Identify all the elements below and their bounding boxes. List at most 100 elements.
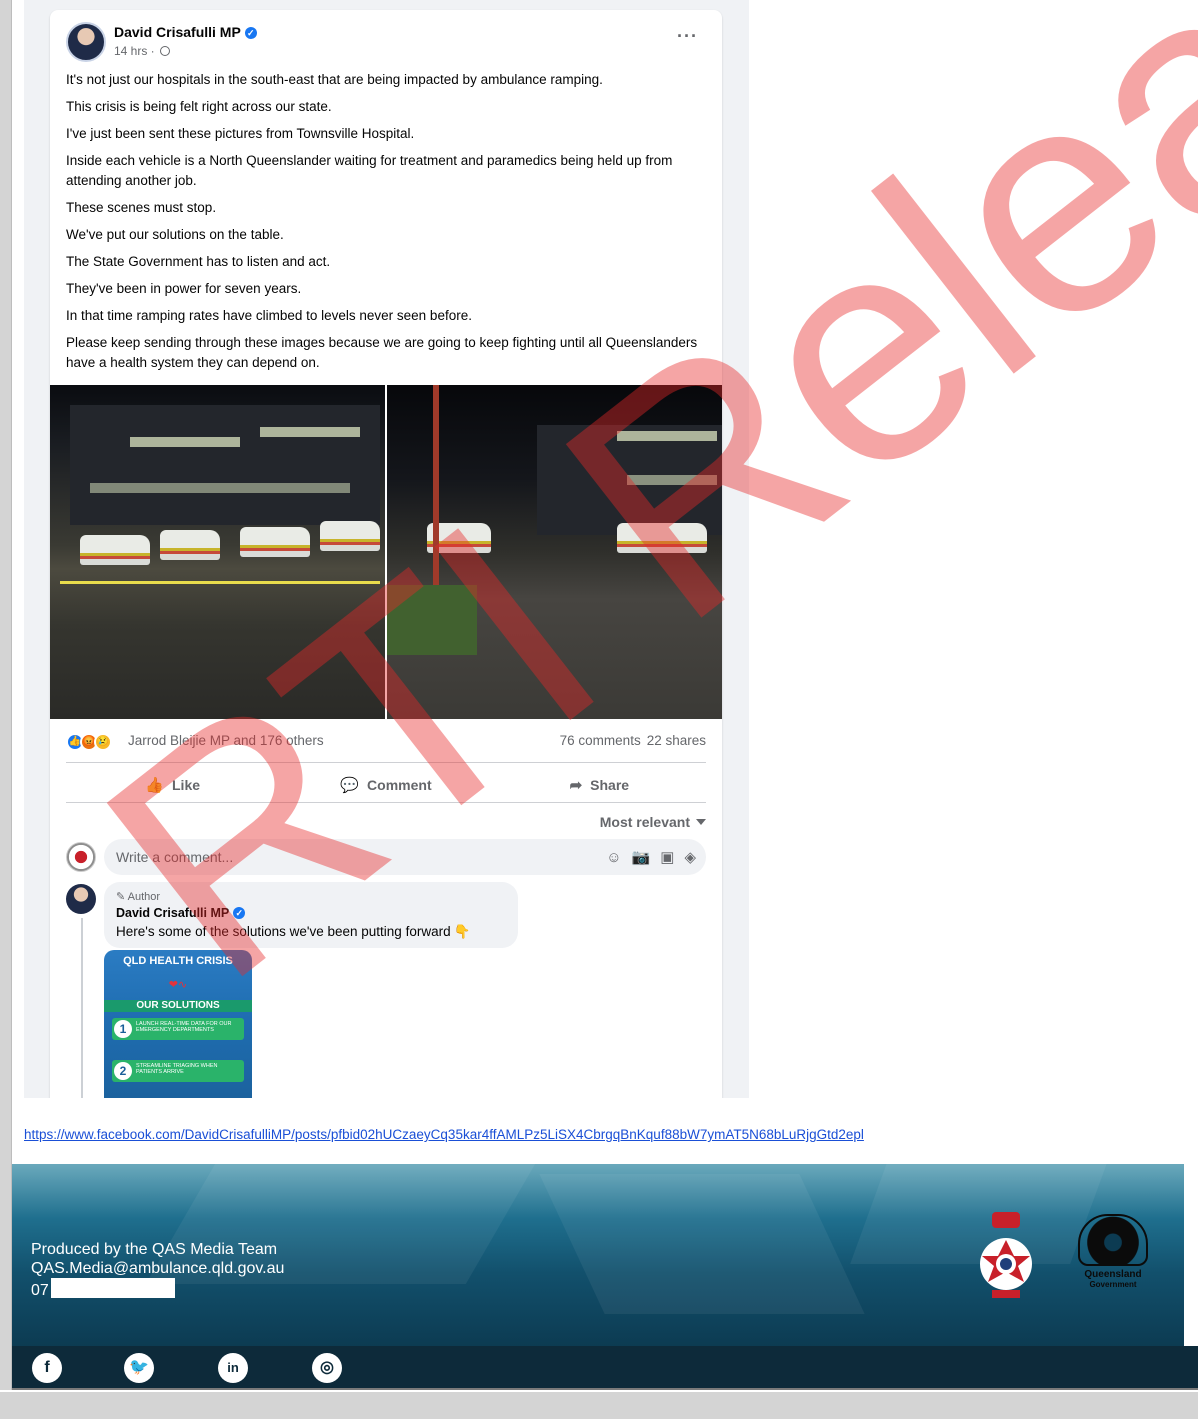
post-actions: 👍 Like 💬 Comment ➦ Share: [66, 768, 706, 802]
post-paragraph: Inside each vehicle is a North Queenslan…: [66, 153, 673, 188]
ambulance-shape: [320, 521, 380, 551]
queensland-government-logo: Queensland Government: [1074, 1214, 1152, 1304]
post-paragraph: They've been in power for seven years.: [66, 281, 302, 296]
divider: [66, 802, 706, 803]
comments-count-link[interactable]: 76 comments: [560, 733, 641, 748]
like-button-label: Like: [172, 777, 201, 793]
building-window: [130, 437, 240, 447]
share-button[interactable]: ➦ Share: [493, 768, 706, 802]
comment-input-placeholder: Write a comment...: [116, 849, 234, 865]
post-paragraph: We've put our solutions on the table.: [66, 227, 284, 242]
sad-reaction-icon: 😢: [94, 733, 112, 751]
author-avatar[interactable]: [66, 22, 106, 62]
reaction-icons[interactable]: 👍 😡 😢: [66, 733, 126, 751]
comment-button[interactable]: 💬 Comment: [279, 768, 492, 802]
like-button[interactable]: 👍 Like: [66, 768, 279, 802]
qld-crest-icon: [1078, 1214, 1148, 1266]
comment-text-content: Here's some of the solutions we've been …: [116, 924, 451, 939]
instagram-icon[interactable]: ◎: [312, 1353, 342, 1383]
banner-facet: [539, 1174, 865, 1314]
public-globe-icon: [160, 46, 171, 56]
building-window: [627, 475, 717, 485]
comment-author-name[interactable]: David Crisafulli MP ✓: [116, 906, 246, 920]
camera-icon[interactable]: 📷: [632, 849, 651, 866]
author-name-text[interactable]: David Crisafulli MP: [114, 24, 241, 40]
post-timestamp[interactable]: 14 hrs ·: [114, 44, 155, 58]
author-badge-text: Author: [127, 891, 161, 903]
comment-author-avatar[interactable]: [66, 884, 96, 914]
comment-author-name-text[interactable]: David Crisafulli MP: [116, 906, 229, 920]
qas-footer-banner: Produced by the QAS Media Team QAS.Media…: [12, 1164, 1184, 1346]
pointing-down-icon: 👇: [453, 924, 471, 939]
post-paragraph: The State Government has to listen and a…: [66, 254, 331, 269]
building-window: [617, 431, 717, 441]
hospital-ramping-photo-left[interactable]: [50, 385, 385, 719]
footer-contact: Produced by the QAS Media Team QAS.Media…: [31, 1240, 284, 1300]
more-options-button[interactable]: ···: [677, 26, 698, 47]
author-name[interactable]: David Crisafulli MP ✓: [114, 24, 257, 40]
post-paragraph: It's not just our hospitals in the south…: [66, 72, 603, 87]
facebook-icon[interactable]: f: [32, 1353, 62, 1383]
comment-sort-dropdown[interactable]: Most relevant: [600, 814, 706, 830]
comment-input[interactable]: Write a comment... ☺ 📷 ▣ ◈: [104, 839, 706, 875]
qld-logo-text: Queensland: [1084, 1269, 1142, 1280]
twitter-icon[interactable]: 🐦: [124, 1353, 154, 1383]
comment-button-label: Comment: [367, 777, 432, 793]
author-badge: ✎ Author: [116, 891, 161, 903]
solution-number: 1: [114, 1020, 132, 1038]
post-meta[interactable]: 14 hrs ·: [114, 44, 171, 58]
footer-email[interactable]: QAS.Media@ambulance.qld.gov.au: [31, 1259, 284, 1278]
footer-phone: 07: [31, 1278, 284, 1300]
verified-badge-icon: ✓: [244, 27, 257, 39]
verified-badge-icon: ✓: [233, 907, 246, 919]
solution-item: 2 STREAMLINE TRIAGING WHEN PATIENTS ARRI…: [112, 1060, 244, 1082]
grass-strip: [387, 585, 477, 655]
sticker-icon[interactable]: ◈: [684, 849, 696, 866]
redacted-phone-number: [50, 1278, 175, 1298]
solutions-image[interactable]: QLD HEALTH CRISIS ❤∿ OUR SOLUTIONS 1 LAU…: [104, 950, 252, 1098]
post-url-link[interactable]: https://www.facebook.com/DavidCrisafulli…: [24, 1127, 864, 1142]
hospital-ramping-photo-right[interactable]: [387, 385, 722, 719]
viewer-avatar[interactable]: [66, 842, 96, 872]
solution-text: STREAMLINE TRIAGING WHEN PATIENTS ARRIVE: [136, 1063, 218, 1075]
shares-count-link[interactable]: 22 shares: [647, 733, 706, 748]
ambulance-shape: [240, 527, 310, 557]
solutions-title: QLD HEALTH CRISIS: [123, 955, 233, 967]
reactions-bar: 👍 😡 😢 Jarrod Bleijie MP and 176 others 7…: [66, 730, 706, 754]
gif-icon[interactable]: ▣: [660, 849, 674, 866]
solution-number: 2: [114, 1062, 132, 1080]
left-margin-bar: [0, 0, 12, 1390]
divider: [66, 762, 706, 763]
engagement-counts: 76 comments 22 shares: [560, 733, 706, 748]
post-photos: [50, 385, 722, 719]
caret-down-icon: [696, 819, 706, 825]
thumbs-up-icon: 👍: [145, 777, 164, 794]
reactions-summary[interactable]: Jarrod Bleijie MP and 176 others: [128, 733, 324, 748]
facebook-post: David Crisafulli MP ✓ 14 hrs · ··· It's n…: [50, 10, 722, 1098]
road-marking: [60, 581, 380, 584]
footer-phone-prefix: 07: [31, 1282, 49, 1299]
solution-text: LAUNCH REAL-TIME DATA FOR OUR EMERGENCY …: [136, 1021, 232, 1033]
footer-producer: Produced by the QAS Media Team: [31, 1241, 278, 1258]
qas-logo-icon: [980, 1212, 1032, 1298]
share-button-label: Share: [590, 777, 630, 793]
post-paragraph: These scenes must stop.: [66, 200, 217, 215]
post-paragraph: In that time ramping rates have climbed …: [66, 308, 472, 323]
building-shape: [70, 405, 380, 525]
building-window: [260, 427, 360, 437]
emoji-icon[interactable]: ☺: [606, 849, 621, 866]
ambulance-shape: [160, 530, 220, 560]
street-pole: [433, 385, 439, 605]
linkedin-icon[interactable]: in: [218, 1353, 248, 1383]
comment-thread-line: [81, 918, 83, 1098]
post-paragraph: Please keep sending through these images…: [66, 335, 698, 370]
qld-logo-subtext: Government: [1089, 1280, 1137, 1289]
solution-item: 1 LAUNCH REAL-TIME DATA FOR OUR EMERGENC…: [112, 1018, 244, 1040]
heart-pulse-icon: ❤∿: [168, 979, 188, 991]
post-header: David Crisafulli MP ✓ 14 hrs · ···: [66, 22, 706, 62]
ambulance-shape: [617, 523, 707, 553]
bottom-margin: [0, 1392, 1198, 1419]
composer-icons: ☺ 📷 ▣ ◈: [596, 848, 696, 866]
comment-bubble: ✎ Author David Crisafulli MP ✓ Here's som…: [104, 882, 518, 948]
share-arrow-icon: ➦: [569, 777, 583, 794]
